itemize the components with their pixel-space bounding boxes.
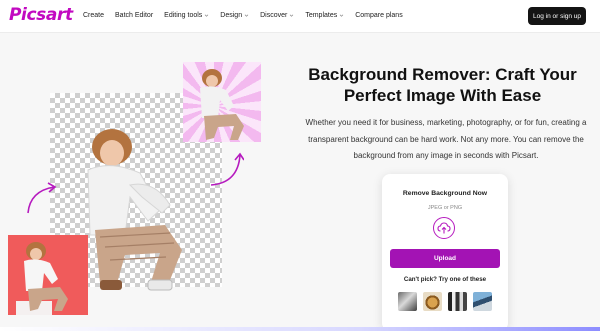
menu-item-compare-plans[interactable]: Compare plans: [355, 12, 402, 19]
page-description: Whether you need it for business, market…: [305, 118, 587, 160]
page-title: Background Remover: Craft Your Perfect I…: [308, 65, 577, 105]
curved-arrow-icon: [210, 152, 244, 186]
menu-item-templates[interactable]: Templates: [305, 12, 344, 19]
upload-card: Remove Background Now JPEG or PNG Upload…: [382, 174, 508, 331]
chevron-down-icon: [244, 14, 249, 17]
main-menu: Create Batch Editor Editing tools Design…: [83, 12, 414, 19]
upload-button[interactable]: Upload: [390, 249, 500, 268]
menu-item-editing-tools[interactable]: Editing tools: [164, 12, 209, 19]
menu-item-label: Batch Editor: [115, 12, 154, 19]
original-person-image: [24, 242, 68, 311]
login-signup-button[interactable]: Log in or sign up: [528, 7, 586, 25]
accepted-formats: JPEG or PNG: [427, 205, 463, 211]
menu-item-label: Discover: [260, 12, 288, 19]
chevron-down-icon: [205, 14, 209, 17]
cutout-person-image: [87, 129, 182, 291]
chevron-down-icon: [290, 14, 294, 17]
top-navigation: Picsart Create Batch Editor Editing tool…: [0, 0, 600, 33]
menu-item-discover[interactable]: Discover: [260, 12, 294, 19]
hero-section: Background Remover: Craft Your Perfect I…: [0, 33, 600, 331]
card-title: Remove Background Now: [402, 190, 488, 197]
menu-item-label: Design: [220, 12, 243, 19]
menu-item-label: Compare plans: [355, 12, 403, 19]
menu-item-batch-editor[interactable]: Batch Editor: [115, 12, 153, 19]
menu-item-design[interactable]: Design: [220, 12, 249, 19]
sample-hint: Can't pick? Try one of these: [403, 276, 487, 283]
result-person-image: [200, 69, 244, 140]
upload-cloud-icon[interactable]: [433, 217, 455, 239]
picsart-logo[interactable]: Picsart: [9, 5, 73, 25]
sample-photo-room[interactable]: [398, 292, 417, 311]
curved-arrow-icon: [27, 182, 57, 214]
bottom-gradient-divider: [0, 327, 600, 331]
menu-item-label: Templates: [305, 12, 338, 19]
sample-photo-sport[interactable]: [473, 292, 492, 311]
menu-item-create[interactable]: Create: [83, 12, 104, 19]
menu-item-label: Editing tools: [164, 12, 203, 19]
sample-photo-people[interactable]: [448, 292, 467, 311]
chevron-down-icon: [339, 14, 344, 17]
sample-thumbnails: [398, 292, 492, 311]
menu-item-label: Create: [83, 12, 105, 19]
sample-photo-dog[interactable]: [423, 292, 442, 311]
